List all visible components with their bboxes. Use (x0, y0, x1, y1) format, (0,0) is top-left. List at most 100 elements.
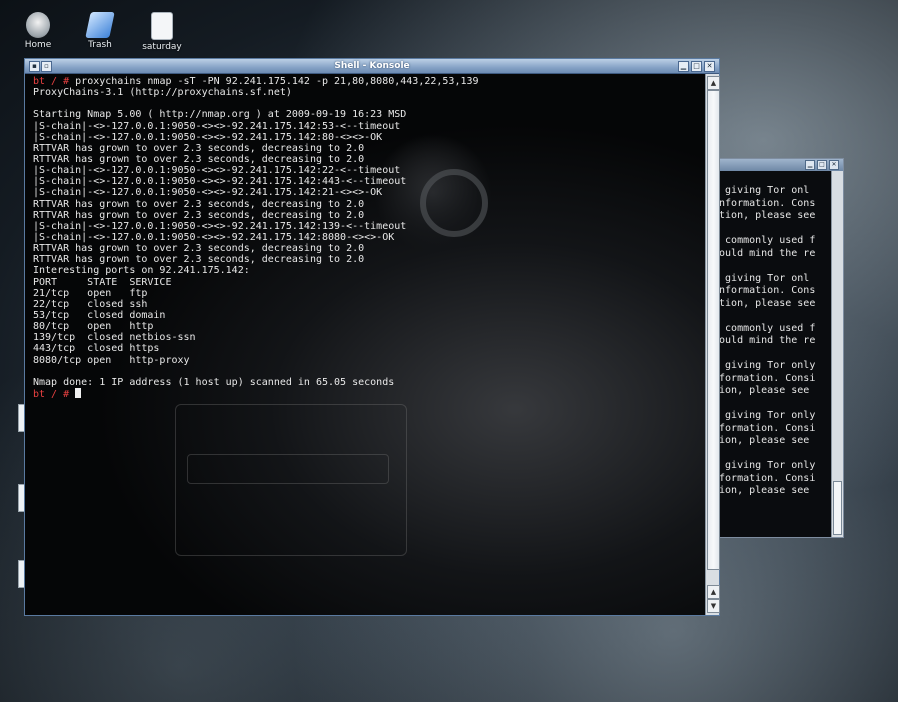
background-konsole-window[interactable]: ▁ □ ✕ s giving Tor onl information. Cons a… (712, 158, 844, 538)
maximize-icon[interactable]: □ (691, 61, 702, 72)
background-scrollbar[interactable] (831, 171, 843, 537)
background-terminal-line: s giving Tor onl (713, 272, 810, 284)
scrollbar-thumb[interactable] (707, 90, 720, 570)
desktop-icon-label: Trash (88, 40, 112, 50)
terminal-line-text: RTTVAR has grown to over 2.3 seconds, de… (33, 142, 365, 154)
background-terminal-line (713, 260, 831, 273)
terminal-line-text: RTTVAR has grown to over 2.3 seconds, de… (33, 153, 365, 165)
scroll-up-icon[interactable]: ▲ (707, 585, 720, 599)
background-terminal-line: s giving Tor onl (713, 185, 810, 196)
terminal-line-text: RTTVAR has grown to over 2.3 seconds, de… (33, 254, 365, 266)
wallpaper-bar-graphic (187, 454, 389, 484)
window-titlebar[interactable]: ▪ ▫ Shell - Konsole ▁ □ ✕ (25, 59, 719, 74)
terminal-line: RTTVAR has grown to over 2.3 seconds, de… (33, 254, 705, 265)
terminal-line-text: |S-chain|-<>-127.0.0.1:9050-<><>-92.241.… (33, 131, 383, 143)
terminal-line: RTTVAR has grown to over 2.3 seconds, de… (33, 143, 705, 154)
terminal-line-text: 21/tcp open ftp (33, 287, 148, 299)
terminal-line: |S-chain|-<>-127.0.0.1:9050-<><>-92.241.… (33, 165, 705, 176)
background-terminal-output: s giving Tor onl information. Cons ation, … (713, 171, 831, 537)
terminal-line: 139/tcp closed netbios-ssn (33, 332, 705, 343)
terminal-line-text: proxychains nmap -sT -PN 92.241.175.142 … (75, 76, 479, 87)
home-icon (26, 12, 50, 38)
background-terminal-line: s giving Tor only (713, 460, 816, 471)
terminal-line: ProxyChains-3.1 (http://proxychains.sf.n… (33, 87, 705, 98)
scrollbar-thumb[interactable] (833, 481, 842, 535)
terminal-output: bt / # proxychains nmap -sT -PN 92.241.1… (25, 74, 705, 400)
background-terminal-line (713, 398, 831, 411)
close-icon[interactable]: ✕ (829, 160, 839, 170)
terminal-line: bt / # (33, 387, 705, 400)
background-terminal-line (713, 348, 831, 361)
terminal-line: RTTVAR has grown to over 2.3 seconds, de… (33, 243, 705, 254)
background-terminal-line: s commonly used f (713, 235, 816, 246)
terminal-line-text: 22/tcp closed ssh (33, 298, 148, 310)
background-terminal-line: information. Cons (713, 285, 816, 296)
terminal-line-text: RTTVAR has grown to over 2.3 seconds, de… (33, 198, 365, 210)
background-terminal-line: tion, please see (713, 385, 810, 396)
scroll-down-icon[interactable]: ▼ (707, 599, 720, 613)
desktop-icon-saturday[interactable]: saturday (142, 12, 182, 52)
background-terminal-line (713, 448, 831, 461)
terminal-line-text: |S-chain|-<>-127.0.0.1:9050-<><>-92.241.… (33, 231, 395, 243)
terminal-line-text: PORT STATE SERVICE (33, 276, 172, 288)
terminal-line-text: 53/tcp closed domain (33, 309, 166, 321)
window-controls: ▁ □ ✕ (678, 61, 715, 72)
background-terminal-line: tion, please see (713, 435, 810, 446)
desktop-icon-label: saturday (142, 42, 182, 52)
terminal-line: Starting Nmap 5.00 ( http://nmap.org ) a… (33, 109, 705, 120)
terminal-line-text: RTTVAR has grown to over 2.3 seconds, de… (33, 243, 365, 255)
desktop-icon-label: Home (24, 40, 52, 50)
terminal-line-text: |S-chain|-<>-127.0.0.1:9050-<><>-92.241.… (33, 176, 407, 188)
terminal-line: 22/tcp closed ssh (33, 299, 705, 310)
terminal-scrollbar[interactable]: ▲ ▲ ▼ (705, 74, 720, 615)
terminal-line: |S-chain|-<>-127.0.0.1:9050-<><>-92.241.… (33, 221, 705, 232)
terminal-line: RTTVAR has grown to over 2.3 seconds, de… (33, 154, 705, 165)
terminal-line-text: |S-chain|-<>-127.0.0.1:9050-<><>-92.241.… (33, 120, 401, 132)
background-terminal-line: nformation. Consi (713, 372, 816, 384)
window-title: Shell - Konsole (334, 61, 410, 71)
terminal-line-text: 443/tcp closed https (33, 343, 160, 355)
maximize-icon[interactable]: □ (817, 160, 827, 170)
terminal-line: RTTVAR has grown to over 2.3 seconds, de… (33, 199, 705, 210)
background-window-titlebar[interactable]: ▁ □ ✕ (713, 159, 843, 171)
terminal-line: RTTVAR has grown to over 2.3 seconds, de… (33, 210, 705, 221)
document-icon (151, 12, 173, 40)
window-controls: ▁ □ ✕ (805, 160, 839, 170)
minimize-icon[interactable]: ▁ (805, 160, 815, 170)
terminal-line: bt / # proxychains nmap -sT -PN 92.241.1… (33, 76, 705, 87)
desktop-icon-home[interactable]: Home (18, 12, 58, 50)
terminal-line-text: 8080/tcp open http-proxy (33, 354, 190, 366)
background-terminal-line: ation, please see (713, 297, 816, 309)
background-terminal-line: would mind the re (713, 247, 816, 259)
terminal-line-text: |S-chain|-<>-127.0.0.1:9050-<><>-92.241.… (33, 220, 407, 232)
background-terminal-line: nformation. Consi (713, 422, 816, 434)
terminal-line: |S-chain|-<>-127.0.0.1:9050-<><>-92.241.… (33, 176, 705, 187)
close-icon[interactable]: ✕ (704, 61, 715, 72)
terminal-area[interactable]: bt / # proxychains nmap -sT -PN 92.241.1… (25, 74, 705, 615)
background-terminal-line: s giving Tor only (713, 360, 816, 371)
terminal-line-text: Nmap done: 1 IP address (1 host up) scan… (33, 376, 395, 388)
background-terminal-line: ation, please see (713, 210, 816, 221)
terminal-line-text: Interesting ports on 92.241.175.142: (33, 265, 250, 277)
background-terminal-line: tion, please see (713, 485, 810, 496)
terminal-line-text: RTTVAR has grown to over 2.3 seconds, de… (33, 209, 365, 221)
terminal-line: Interesting ports on 92.241.175.142: (33, 265, 705, 276)
trash-icon (85, 12, 115, 38)
konsole-window[interactable]: ▪ ▫ Shell - Konsole ▁ □ ✕ bt / # proxych… (24, 58, 720, 616)
terminal-line: |S-chain|-<>-127.0.0.1:9050-<><>-92.241.… (33, 132, 705, 143)
background-terminal-line (713, 310, 831, 323)
terminal-line-text: ProxyChains-3.1 (http://proxychains.sf.n… (33, 87, 292, 99)
background-terminal-line: information. Cons (713, 197, 816, 209)
background-terminal-line: would mind the re (713, 335, 816, 346)
terminal-line-text: |S-chain|-<>-127.0.0.1:9050-<><>-92.241.… (33, 187, 383, 199)
terminal-line: PORT STATE SERVICE (33, 277, 705, 288)
desktop-icon-trash[interactable]: Trash (80, 12, 120, 50)
terminal-line: |S-chain|-<>-127.0.0.1:9050-<><>-92.241.… (33, 232, 705, 243)
background-terminal-line (713, 223, 831, 236)
terminal-line-text: 139/tcp closed netbios-ssn (33, 332, 196, 344)
terminal-line: Nmap done: 1 IP address (1 host up) scan… (33, 377, 705, 388)
minimize-icon[interactable]: ▁ (678, 61, 689, 72)
scroll-up-icon[interactable]: ▲ (707, 76, 720, 90)
